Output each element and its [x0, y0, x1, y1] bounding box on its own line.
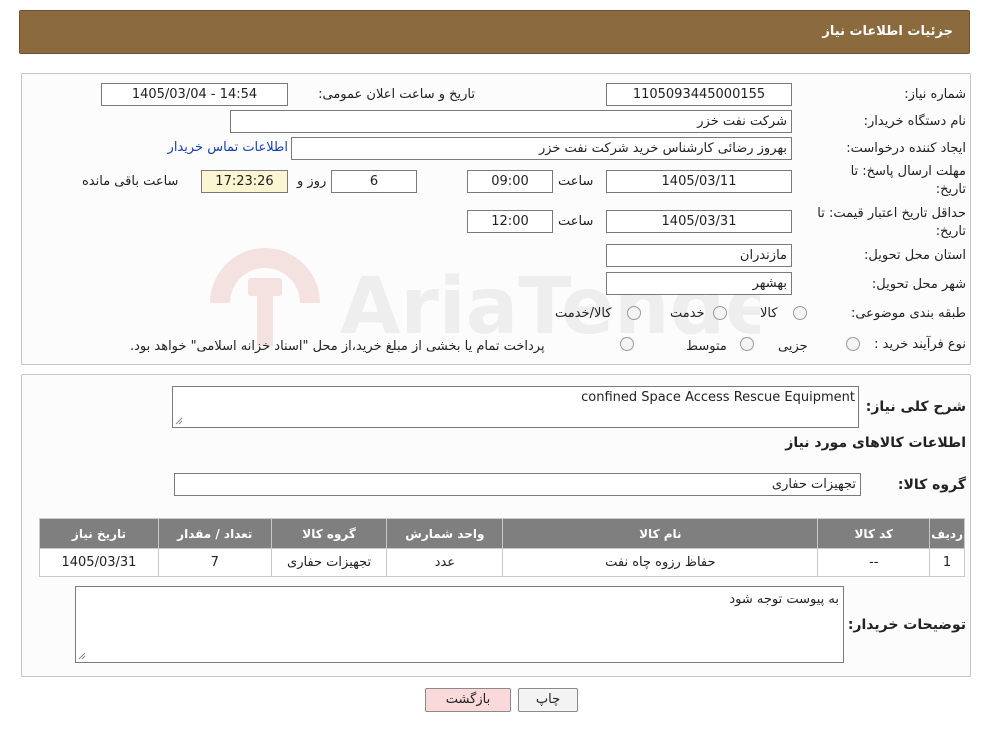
creator-label: ایجاد کننده درخواست: [846, 141, 966, 156]
validity-time-label: ساعت [558, 214, 594, 229]
goods-group-label: گروه کالا: [897, 477, 966, 493]
col-header-date: تاریخ نیاز [39, 518, 159, 549]
validity-label-date: تاریخ: [935, 224, 966, 239]
buyer-notes-field[interactable]: به پیوست توجه شود [75, 586, 844, 663]
process-note: پرداخت تمام یا بخشی از مبلغ خرید،از محل … [130, 339, 545, 354]
col-header-quantity: تعداد / مقدار [157, 518, 272, 549]
validity-date-field: 1405/03/31 [606, 210, 792, 233]
category-radio-service[interactable] [713, 306, 727, 320]
province-label: استان محل تحویل: [864, 248, 966, 263]
process-radio-minor[interactable] [846, 337, 860, 351]
days-label: روز و [297, 174, 327, 189]
process-option-minor: جزیی [778, 339, 808, 354]
deadline-time-label: ساعت [558, 174, 594, 189]
process-radio-medium[interactable] [740, 337, 754, 351]
cell-name: حفاظ رزوه چاه نفت [502, 548, 819, 577]
page-title: جزئیات اطلاعات نیاز [822, 24, 953, 39]
need-description-label: شرح کلی نیاز: [865, 399, 966, 415]
cell-unit: عدد [386, 548, 504, 577]
back-button[interactable]: بازگشت [425, 688, 511, 712]
cell-row-num: 1 [929, 548, 965, 577]
table-row: 1 -- حفاظ رزوه چاه نفت عدد تجهیزات حفاری… [39, 548, 965, 577]
cell-group: تجهیزات حفاری [270, 548, 388, 577]
items-table-wrapper: ردیف کد کالا نام کالا واحد شمارش گروه کا… [39, 518, 965, 577]
buyer-notes-text: به پیوست توجه شود [729, 592, 839, 607]
col-header-code: کد کالا [817, 518, 931, 549]
cell-code: -- [817, 548, 931, 577]
col-header-group: گروه کالا [270, 518, 388, 549]
need-description-field[interactable]: confined Space Access Rescue Equipment [172, 386, 859, 428]
buyer-notes-label: توضیحات خریدار: [847, 617, 966, 633]
category-option-goods-service: کالا/خدمت [555, 306, 612, 321]
process-label: نوع فرآیند خرید : [874, 337, 966, 352]
category-label: طبقه بندی موضوعی: [850, 306, 966, 321]
category-radio-goods-service[interactable] [627, 306, 641, 320]
items-section-title: اطلاعات کالاهای مورد نیاز [785, 435, 966, 451]
col-header-row-num: ردیف [929, 518, 965, 549]
table-header-row: ردیف کد کالا نام کالا واحد شمارش گروه کا… [39, 518, 965, 549]
days-remaining-field: 6 [331, 170, 417, 193]
need-number-label: شماره نیاز: [904, 87, 966, 102]
process-option-medium: متوسط [686, 339, 727, 354]
buyer-contact-link[interactable]: اطلاعات تماس خریدار [168, 140, 288, 155]
category-radio-goods[interactable] [793, 306, 807, 320]
goods-group-field: تجهیزات حفاری [174, 473, 861, 496]
deadline-label: مهلت ارسال پاسخ: تا [850, 164, 966, 179]
resize-grip-icon[interactable] [78, 652, 86, 660]
province-field: مازندران [606, 244, 792, 267]
validity-time-field: 12:00 [467, 210, 553, 233]
time-remaining-field: 17:23:26 [201, 170, 288, 193]
cell-date: 1405/03/31 [39, 548, 159, 577]
page-header: جزئیات اطلاعات نیاز [19, 10, 970, 54]
buyer-org-label: نام دستگاه خریدار: [863, 114, 966, 129]
deadline-time-field: 09:00 [467, 170, 553, 193]
announce-label: تاریخ و ساعت اعلان عمومی: [318, 87, 475, 102]
validity-label: حداقل تاریخ اعتبار قیمت: تا [817, 206, 966, 221]
col-header-unit: واحد شمارش [386, 518, 504, 549]
print-button[interactable]: چاپ [518, 688, 578, 712]
need-number-field: 1105093445000155 [606, 83, 792, 106]
buyer-org-field: شرکت نفت خزر [230, 110, 792, 133]
resize-grip-icon[interactable] [175, 417, 183, 425]
city-field: بهشهر [606, 272, 792, 295]
category-option-service: خدمت [670, 306, 705, 321]
items-table: ردیف کد کالا نام کالا واحد شمارش گروه کا… [39, 518, 965, 577]
category-option-goods: کالا [760, 306, 778, 321]
announce-field: 1405/03/04 - 14:54 [101, 83, 288, 106]
time-remaining-label: ساعت باقی مانده [82, 174, 179, 189]
col-header-name: نام کالا [502, 518, 819, 549]
treasury-checkbox[interactable] [620, 337, 634, 351]
creator-field: بهروز رضائی کارشناس خرید شرکت نفت خزر [291, 137, 792, 160]
city-label: شهر محل تحویل: [871, 277, 966, 292]
cell-quantity: 7 [157, 548, 272, 577]
deadline-date-field: 1405/03/11 [606, 170, 792, 193]
deadline-label-date: تاریخ: [935, 182, 966, 197]
need-description-text: confined Space Access Rescue Equipment [581, 390, 855, 405]
